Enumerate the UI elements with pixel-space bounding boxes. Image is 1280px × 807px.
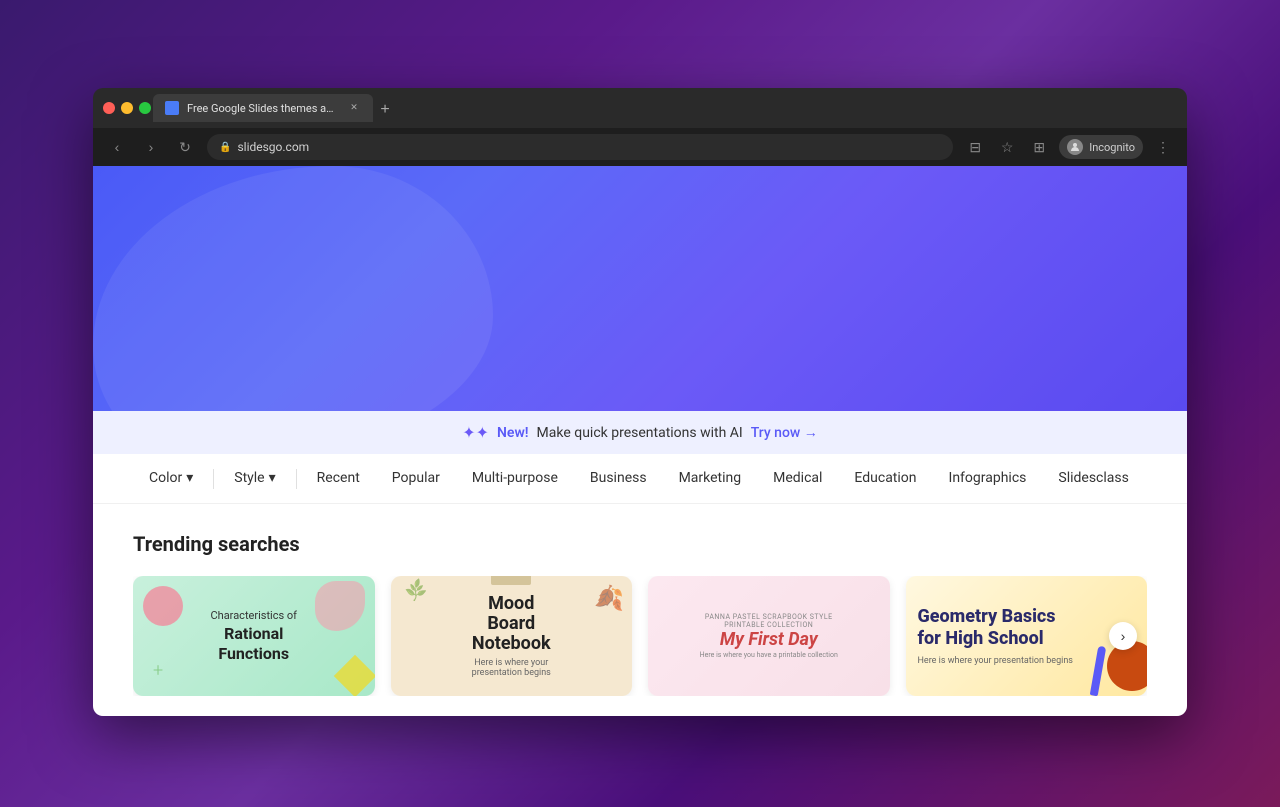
category-education[interactable]: Education <box>838 454 932 504</box>
multipurpose-label: Multi-purpose <box>472 470 558 486</box>
education-label: Education <box>854 470 916 486</box>
website-content: slidesgo 🌐 EN ▾ More ▾ Blog Premium plan… <box>93 166 1187 716</box>
business-label: Business <box>590 470 647 486</box>
card-rational-content: Characteristics of RationalFunctions <box>210 609 297 662</box>
marketing-label: Marketing <box>679 470 742 486</box>
menu-button[interactable]: ⋮ <box>1151 135 1175 159</box>
color-label: Color <box>149 470 182 486</box>
slidesclass-label: Slidesclass <box>1058 470 1128 486</box>
traffic-maximize[interactable] <box>139 102 151 114</box>
card-mood-tape <box>491 576 531 585</box>
card-firstday-preview: Panna Pastel Scrapbook StylePrintable Co… <box>648 576 890 696</box>
new-tab-button[interactable]: + <box>373 98 397 122</box>
category-color[interactable]: Color ▾ <box>133 454 209 504</box>
card-shape-3 <box>333 655 374 696</box>
url-text: slidesgo.com <box>237 140 309 154</box>
cards-wrapper: + Characteristics of RationalFunctions 🍂 <box>133 576 1147 696</box>
ai-new-badge: New! <box>497 425 529 441</box>
category-multipurpose[interactable]: Multi-purpose <box>456 454 574 504</box>
incognito-label: Incognito <box>1089 141 1135 154</box>
template-card-rational[interactable]: + Characteristics of RationalFunctions <box>133 576 375 696</box>
card-geometry-title: Geometry Basicsfor High School <box>918 606 1136 649</box>
main-content: Trending searches + Characteristics of <box>93 504 1187 716</box>
address-bar-row: ‹ › ↻ 🔒 slidesgo.com ⊟ ☆ ⊞ Incognito ⋮ <box>93 128 1187 166</box>
card-rational-title: RationalFunctions <box>210 624 297 662</box>
tab-close-btn[interactable]: ✕ <box>347 101 361 115</box>
category-infographics[interactable]: Infographics <box>933 454 1043 504</box>
style-label: Style <box>234 470 264 486</box>
incognito-icon <box>1067 139 1083 155</box>
tab-title: Free Google Slides themes an... <box>187 102 339 115</box>
ai-sparkle-icon: ✦✦ <box>462 423 489 442</box>
browser-window: Free Google Slides themes an... ✕ + ‹ › … <box>93 88 1187 716</box>
card-rational-preview: + Characteristics of RationalFunctions <box>133 576 375 696</box>
refresh-button[interactable]: ↻ <box>173 135 197 159</box>
category-style[interactable]: Style ▾ <box>218 454 291 504</box>
ai-banner-text: Make quick presentations with AI <box>537 425 743 441</box>
ai-try-now-link[interactable]: Try now → <box>751 424 818 441</box>
card-firstday-title: My First Day <box>700 629 838 651</box>
card-geometry-sub: Here is where your presentation begins <box>918 656 1136 666</box>
cat-divider-1 <box>213 469 214 489</box>
color-chevron: ▾ <box>186 470 193 486</box>
cat-divider-2 <box>296 469 297 489</box>
style-chevron: ▾ <box>269 470 276 486</box>
card-rational-subtitle: Characteristics of <box>210 609 297 622</box>
tab-favicon <box>165 101 179 115</box>
template-card-firstday[interactable]: Panna Pastel Scrapbook StylePrintable Co… <box>648 576 890 696</box>
address-bar[interactable]: 🔒 slidesgo.com <box>207 134 953 160</box>
traffic-minimize[interactable] <box>121 102 133 114</box>
medical-label: Medical <box>773 470 822 486</box>
card-firstday-style: Panna Pastel Scrapbook StylePrintable Co… <box>700 613 838 629</box>
card-geometry-content: Geometry Basicsfor High School Here is w… <box>918 606 1136 665</box>
category-slidesclass[interactable]: Slidesclass <box>1042 454 1144 504</box>
traffic-close[interactable] <box>103 102 115 114</box>
card-plus: + <box>153 660 163 681</box>
card-mood-leaf: 🍂 <box>594 584 624 612</box>
site-header: slidesgo 🌐 EN ▾ More ▾ Blog Premium plan… <box>93 166 1187 411</box>
card-mood-leaf2: 🌿 <box>402 577 429 603</box>
popular-label: Popular <box>392 470 440 486</box>
card-shape-2 <box>315 581 365 631</box>
category-medical[interactable]: Medical <box>757 454 838 504</box>
card-mood-title: MoodBoardNotebook <box>472 594 551 653</box>
forward-button[interactable]: › <box>139 135 163 159</box>
bookmark-button[interactable]: ☆ <box>995 135 1019 159</box>
category-popular[interactable]: Popular <box>376 454 456 504</box>
trending-title: Trending searches <box>133 532 1147 556</box>
extension-button[interactable]: ⊞ <box>1027 135 1051 159</box>
card-firstday-sub: Here is where you have a printable colle… <box>700 651 838 659</box>
card-mood-preview: 🍂 🌿 MoodBoardNotebook Here is where your… <box>391 576 633 696</box>
back-button[interactable]: ‹ <box>105 135 129 159</box>
category-nav: Color ▾ Style ▾ Recent Popular Multi-pur… <box>93 454 1187 504</box>
lock-icon: 🔒 <box>219 142 231 153</box>
cards-next-button[interactable]: › <box>1109 622 1137 650</box>
cards-row: + Characteristics of RationalFunctions 🍂 <box>133 576 1147 696</box>
recent-label: Recent <box>317 470 360 486</box>
category-recent[interactable]: Recent <box>301 454 376 504</box>
card-mood-content: MoodBoardNotebook Here is where yourpres… <box>472 594 551 677</box>
browser-actions: ⊟ ☆ ⊞ Incognito ⋮ <box>963 135 1175 159</box>
template-card-mood[interactable]: 🍂 🌿 MoodBoardNotebook Here is where your… <box>391 576 633 696</box>
category-marketing[interactable]: Marketing <box>663 454 758 504</box>
infographics-label: Infographics <box>949 470 1027 486</box>
browser-titlebar: Free Google Slides themes an... ✕ + <box>93 88 1187 128</box>
browser-tab[interactable]: Free Google Slides themes an... ✕ <box>153 94 373 122</box>
ai-banner: ✦✦ New! Make quick presentations with AI… <box>93 411 1187 454</box>
category-business[interactable]: Business <box>574 454 663 504</box>
card-shape-1 <box>143 586 183 626</box>
cast-button[interactable]: ⊟ <box>963 135 987 159</box>
card-firstday-content: Panna Pastel Scrapbook StylePrintable Co… <box>700 613 838 659</box>
incognito-badge: Incognito <box>1059 135 1143 159</box>
card-mood-sub: Here is where yourpresentation begins <box>472 658 551 678</box>
